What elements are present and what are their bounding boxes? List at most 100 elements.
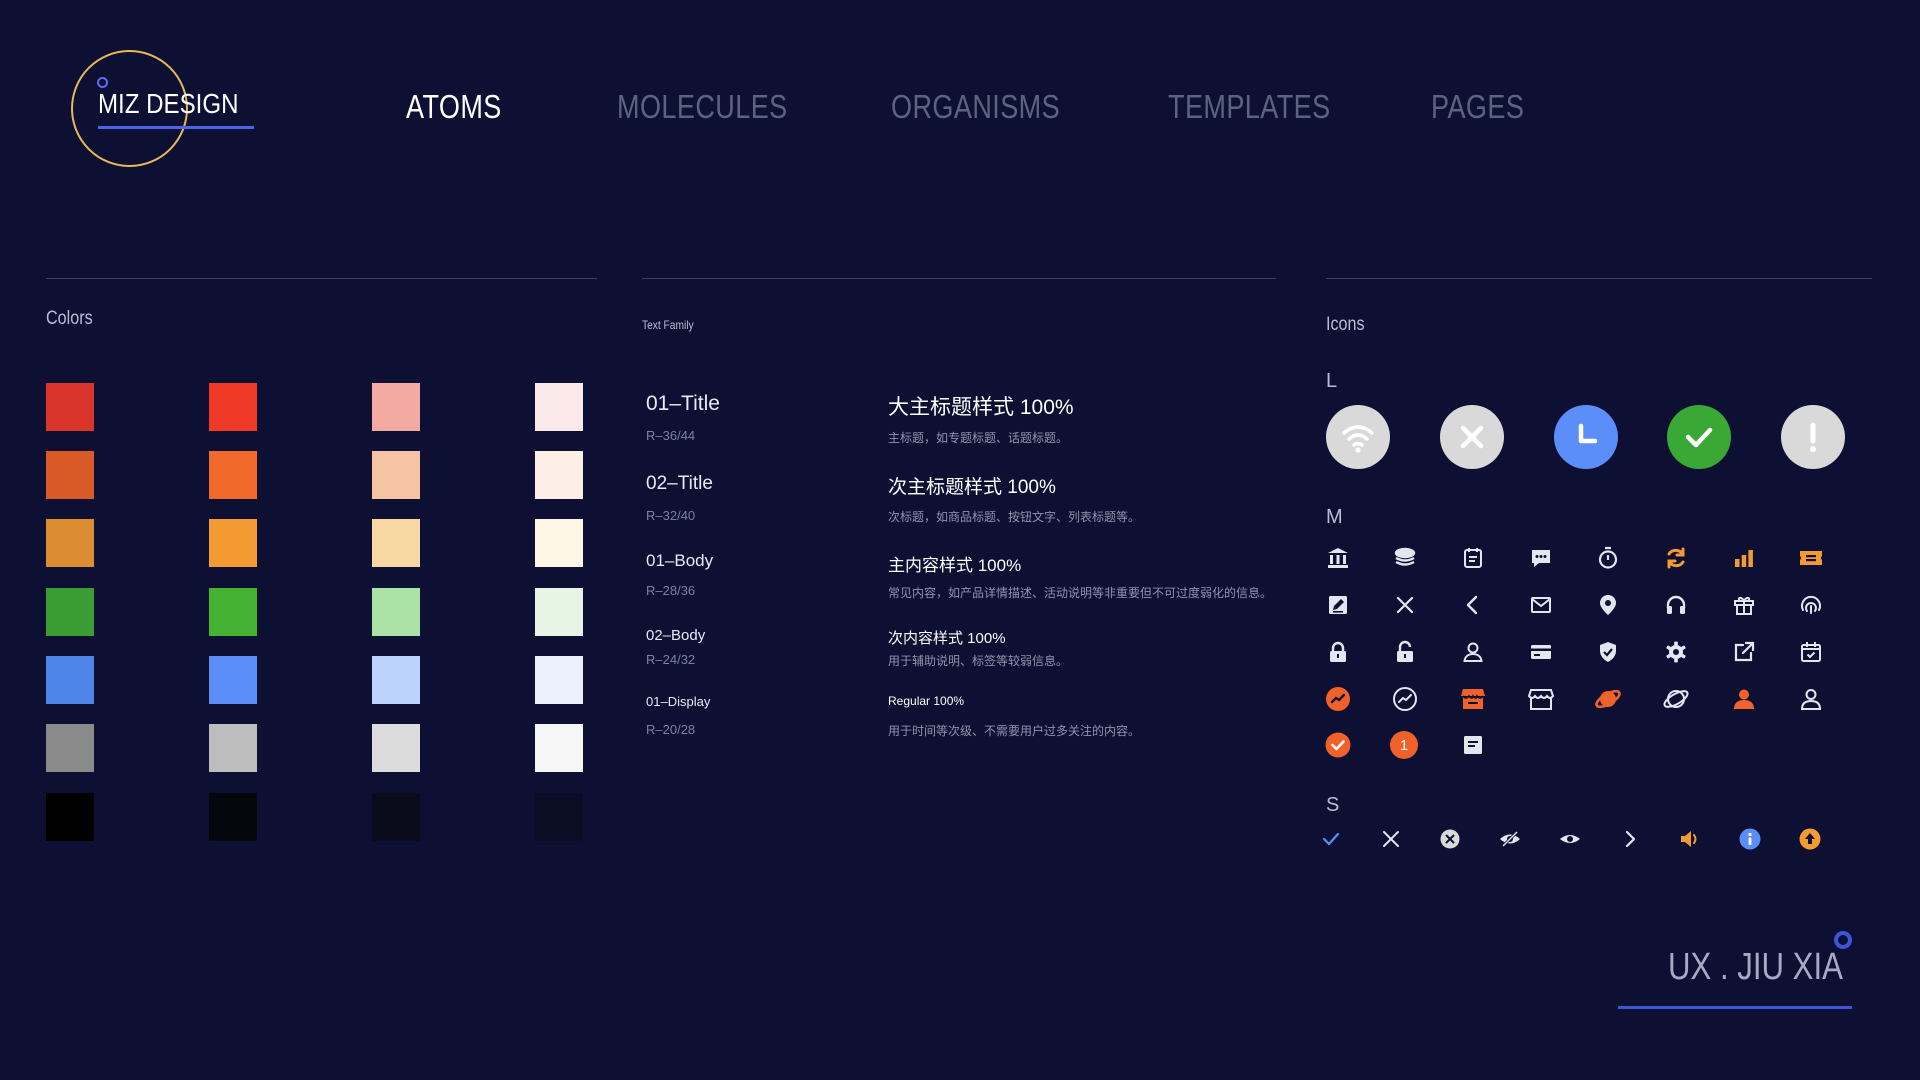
gift-icon[interactable] [1730, 591, 1758, 619]
text-style-sample: 次内容样式 100% [888, 630, 1006, 647]
color-swatch[interactable] [535, 383, 583, 431]
color-swatch[interactable] [209, 451, 257, 499]
trend-filled-icon[interactable] [1324, 685, 1352, 713]
color-swatch[interactable] [535, 519, 583, 567]
close-icon[interactable] [1440, 405, 1504, 469]
signature: UX . JIU XIA [1668, 946, 1843, 988]
refresh-icon[interactable] [1662, 544, 1690, 572]
wifi-icon[interactable] [1326, 405, 1390, 469]
mail-icon[interactable] [1527, 591, 1555, 619]
calendar-check-icon[interactable] [1797, 638, 1825, 666]
nav-item-pages[interactable]: PAGES [1431, 88, 1524, 126]
nav-item-organisms[interactable]: ORGANISMS [891, 88, 1060, 126]
colors-divider [46, 278, 597, 279]
signature-underline [1618, 1006, 1852, 1009]
color-swatch[interactable] [372, 656, 420, 704]
lock-closed-icon[interactable] [1324, 638, 1352, 666]
color-swatch[interactable] [46, 656, 94, 704]
stopwatch-icon[interactable] [1594, 544, 1622, 572]
number-badge-icon[interactable]: 1 [1390, 731, 1418, 759]
text-style-spec: R–36/44 [646, 428, 696, 443]
eye-off-icon[interactable] [1499, 828, 1521, 850]
size-label-medium: M [1326, 506, 1343, 528]
user-thin-icon[interactable] [1797, 685, 1825, 713]
color-swatch[interactable] [46, 519, 94, 567]
user-filled-icon[interactable] [1730, 685, 1758, 713]
text-style-name: 01–Title [646, 392, 720, 415]
upload-icon[interactable] [1799, 828, 1821, 850]
settings-icon[interactable] [1662, 638, 1690, 666]
close-circle-icon[interactable] [1439, 828, 1461, 850]
location-icon[interactable] [1594, 591, 1622, 619]
color-swatch[interactable] [209, 519, 257, 567]
color-swatch[interactable] [535, 588, 583, 636]
planet-filled-icon[interactable] [1594, 685, 1622, 713]
check-small-icon[interactable] [1320, 828, 1342, 850]
text-family-title: Text Family [642, 318, 694, 332]
brand-logo[interactable]: MIZ DESIGN [68, 50, 268, 170]
nav-item-templates[interactable]: TEMPLATES [1168, 88, 1331, 126]
calendar-note-icon[interactable] [1459, 544, 1487, 572]
trend-outline-icon[interactable] [1391, 685, 1419, 713]
chevron-right-icon[interactable] [1619, 828, 1641, 850]
text-style-name: 02–Body [646, 627, 706, 644]
bar-chart-icon[interactable] [1730, 544, 1758, 572]
logo-dot [97, 77, 108, 88]
text-style-spec: R–28/36 [646, 583, 696, 598]
text-style-sample: 主内容样式 100% [888, 556, 1022, 575]
headset-icon[interactable] [1662, 591, 1690, 619]
alert-icon[interactable] [1781, 405, 1845, 469]
close-small-icon[interactable] [1380, 828, 1402, 850]
color-swatch[interactable] [372, 793, 420, 841]
planet-outline-icon[interactable] [1662, 685, 1690, 713]
store-outline-icon[interactable] [1527, 685, 1555, 713]
ticket-icon[interactable] [1797, 544, 1825, 572]
color-swatch[interactable] [535, 451, 583, 499]
info-icon[interactable] [1739, 828, 1761, 850]
text-style-description: 主标题，如专题标题、话题标题。 [888, 431, 1069, 445]
color-swatch[interactable] [372, 724, 420, 772]
color-swatch[interactable] [46, 724, 94, 772]
text-style-description: 次标题，如商品标题、按钮文字、列表标题等。 [888, 510, 1141, 524]
store-filled-icon[interactable] [1459, 685, 1487, 713]
color-swatch[interactable] [535, 656, 583, 704]
color-swatch[interactable] [535, 724, 583, 772]
eye-icon[interactable] [1559, 828, 1581, 850]
color-swatch[interactable] [209, 724, 257, 772]
credit-card-icon[interactable] [1527, 638, 1555, 666]
clock-icon[interactable] [1554, 405, 1618, 469]
color-swatch[interactable] [46, 793, 94, 841]
shield-check-icon[interactable] [1594, 638, 1622, 666]
color-swatch[interactable] [46, 383, 94, 431]
color-swatch[interactable] [372, 451, 420, 499]
chevron-left-icon[interactable] [1459, 591, 1487, 619]
color-swatch[interactable] [209, 383, 257, 431]
color-swatch[interactable] [372, 383, 420, 431]
nav-item-atoms[interactable]: ATOMS [406, 88, 502, 126]
check-icon[interactable] [1667, 405, 1731, 469]
volume-icon[interactable] [1679, 828, 1701, 850]
edit-icon[interactable] [1324, 591, 1352, 619]
logo-text: MIZ DESIGN [98, 88, 239, 119]
text-style-name: 01–Display [646, 694, 711, 709]
document-icon[interactable] [1459, 731, 1487, 759]
color-swatch[interactable] [46, 588, 94, 636]
color-swatch[interactable] [46, 451, 94, 499]
colors-title: Colors [46, 308, 93, 329]
color-swatch[interactable] [209, 588, 257, 636]
color-swatch[interactable] [535, 793, 583, 841]
message-icon[interactable] [1527, 544, 1555, 572]
check-badge-icon[interactable] [1324, 731, 1352, 759]
external-link-icon[interactable] [1730, 638, 1758, 666]
bank-icon[interactable] [1324, 544, 1352, 572]
close-icon[interactable] [1391, 591, 1419, 619]
color-swatch[interactable] [372, 588, 420, 636]
nav-item-molecules[interactable]: MOLECULES [617, 88, 788, 126]
user-outline-icon[interactable] [1459, 638, 1487, 666]
color-swatch[interactable] [372, 519, 420, 567]
coin-stack-icon[interactable] [1391, 544, 1419, 572]
lock-open-icon[interactable] [1391, 638, 1419, 666]
fingerprint-icon[interactable] [1797, 591, 1825, 619]
color-swatch[interactable] [209, 793, 257, 841]
color-swatch[interactable] [209, 656, 257, 704]
